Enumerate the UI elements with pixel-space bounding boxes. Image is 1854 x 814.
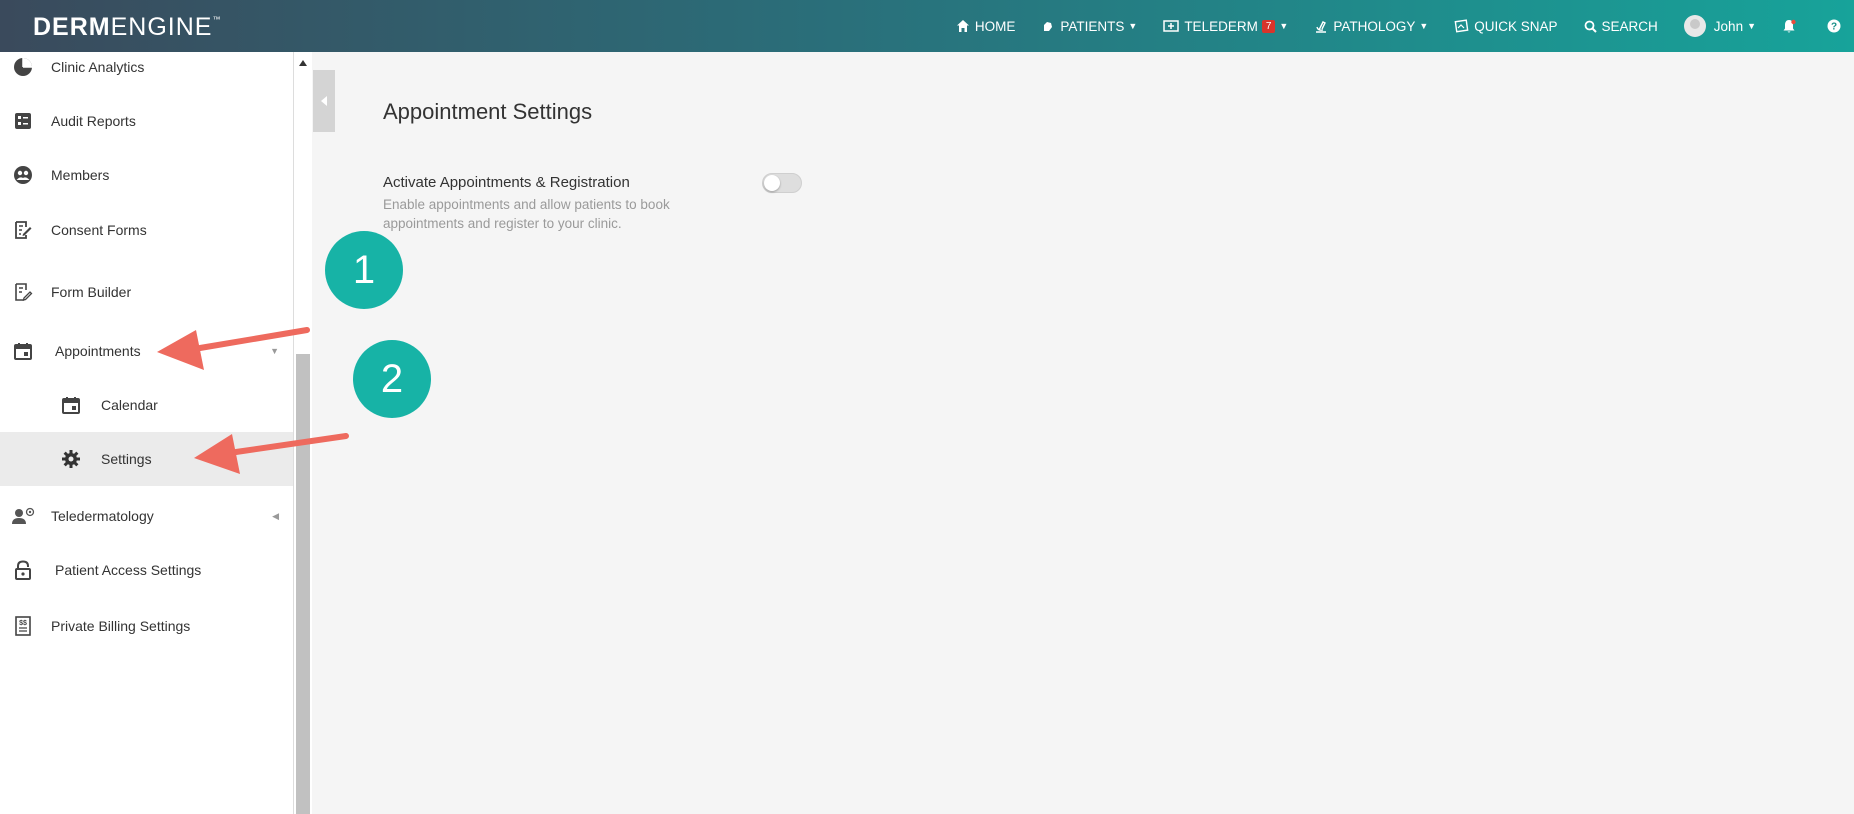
sidebar-item-label: Clinic Analytics: [51, 59, 145, 75]
help-icon: ?: [1827, 19, 1841, 33]
chevron-left-icon: [321, 96, 327, 106]
sidebar-item-label: Audit Reports: [51, 113, 136, 129]
nav-pathology[interactable]: PATHOLOGY ▼: [1301, 0, 1441, 52]
chevron-left-icon: ◀: [272, 510, 279, 521]
sidebar-collapse-button[interactable]: [313, 70, 335, 132]
chevron-down-icon: ▼: [1279, 21, 1289, 31]
nav-telederm[interactable]: TELEDERM 7 ▼: [1150, 0, 1301, 52]
sidebar-item-members[interactable]: Members: [0, 148, 293, 202]
calendar-icon: [59, 393, 83, 417]
camera-snap-icon: [1454, 19, 1469, 33]
sidebar-item-label: Patient Access Settings: [55, 562, 202, 578]
nav-home-label: HOME: [974, 18, 1016, 34]
logo-trademark: ™: [212, 15, 222, 24]
sidebar-item-label: Consent Forms: [51, 222, 147, 238]
setting-description: Enable appointments and allow patients t…: [383, 197, 670, 231]
help-button[interactable]: ?: [1814, 0, 1854, 52]
microscope-icon: [1316, 21, 1327, 33]
sidebar-item-consent-forms[interactable]: Consent Forms: [0, 203, 293, 257]
setting-title: Activate Appointments & Registration: [383, 174, 630, 191]
calendar-icon: [11, 339, 35, 363]
nav-patients[interactable]: PATIENTS ▼: [1028, 0, 1150, 52]
sidebar-item-patient-access-settings[interactable]: Patient Access Settings: [0, 543, 293, 597]
logo-derm-text: DERM: [33, 13, 111, 41]
gear-icon: [59, 447, 83, 471]
scrollbar-thumb[interactable]: [296, 354, 310, 814]
edit-document-icon: [11, 218, 35, 242]
avatar: [1683, 15, 1706, 37]
sidebar-item-private-billing-settings[interactable]: $$ Private Billing Settings: [0, 599, 293, 653]
sidebar-item-label: Private Billing Settings: [51, 618, 191, 634]
bell-icon: [1783, 19, 1796, 32]
chevron-down-icon: ▼: [1419, 21, 1429, 31]
sidebar-item-teledermatology[interactable]: Teledermatology ◀: [0, 489, 293, 543]
teledermatology-icon: [11, 504, 35, 528]
home-icon: [956, 20, 969, 32]
sidebar-item-label: Appointments: [55, 343, 141, 359]
sidebar-item-label: Calendar: [101, 397, 158, 413]
toggle-knob: [764, 175, 780, 191]
nav-user-name: John: [1713, 18, 1744, 34]
sidebar-item-label: Settings: [101, 451, 152, 467]
activate-appointments-toggle[interactable]: [762, 173, 802, 193]
sidebar-item-label: Members: [51, 167, 110, 183]
nav-search[interactable]: SEARCH: [1571, 0, 1671, 52]
form-builder-icon: [11, 280, 35, 304]
sidebar-item-label: Teledermatology: [51, 508, 154, 524]
nav-pathology-label: PATHOLOGY: [1333, 18, 1416, 34]
patients-icon: [1044, 22, 1053, 31]
nav-patients-label: PATIENTS: [1060, 18, 1125, 34]
sidebar-subitem-calendar[interactable]: Calendar: [0, 378, 293, 432]
page-title: Appointment Settings: [383, 99, 593, 124]
pie-chart-icon: [11, 55, 35, 79]
sidebar: Clinic Analytics Audit Reports Members C…: [0, 52, 293, 814]
svg-text:$$: $$: [19, 620, 27, 627]
nav-home[interactable]: HOME: [943, 0, 1029, 52]
scroll-up-arrow-icon[interactable]: [299, 60, 307, 66]
svg-text:?: ?: [1831, 22, 1837, 33]
lock-icon: [11, 558, 35, 582]
billing-icon: $$: [11, 614, 35, 638]
nav-telederm-label: TELEDERM: [1184, 18, 1258, 34]
chevron-down-icon: ▼: [1128, 21, 1138, 31]
logo-engine-text: ENGINE: [110, 13, 213, 41]
members-icon: [11, 163, 35, 187]
sidebar-scrollbar[interactable]: [293, 52, 312, 814]
search-icon: [1584, 20, 1597, 33]
nav-quick-snap[interactable]: QUICK SNAP: [1441, 0, 1570, 52]
chevron-down-icon: ▼: [270, 346, 279, 356]
sidebar-item-appointments[interactable]: Appointments ▼: [0, 324, 293, 378]
list-report-icon: [11, 109, 35, 133]
sidebar-item-audit-reports[interactable]: Audit Reports: [0, 94, 293, 148]
telederm-icon: [1163, 20, 1180, 32]
sidebar-item-clinic-analytics[interactable]: Clinic Analytics: [0, 52, 293, 94]
notifications-button[interactable]: [1769, 0, 1814, 52]
nav-quick-snap-label: QUICK SNAP: [1474, 18, 1558, 34]
telederm-count-badge: 7: [1261, 19, 1276, 33]
sidebar-subitem-settings[interactable]: Settings: [0, 432, 293, 486]
dermengine-logo[interactable]: DERMENGINE™: [33, 13, 221, 42]
chevron-down-icon: ▼: [1747, 21, 1756, 31]
top-navbar: DERMENGINE™ HOME PATIENTS ▼ TELEDERM 7 ▼ P…: [0, 0, 1854, 52]
step-marker-1: 1: [325, 231, 403, 309]
sidebar-item-label: Form Builder: [51, 284, 132, 300]
nav-search-label: SEARCH: [1601, 18, 1658, 34]
step-marker-2: 2: [353, 340, 431, 418]
nav-user-menu[interactable]: John ▼: [1671, 0, 1769, 52]
sidebar-item-form-builder[interactable]: Form Builder: [0, 265, 293, 319]
